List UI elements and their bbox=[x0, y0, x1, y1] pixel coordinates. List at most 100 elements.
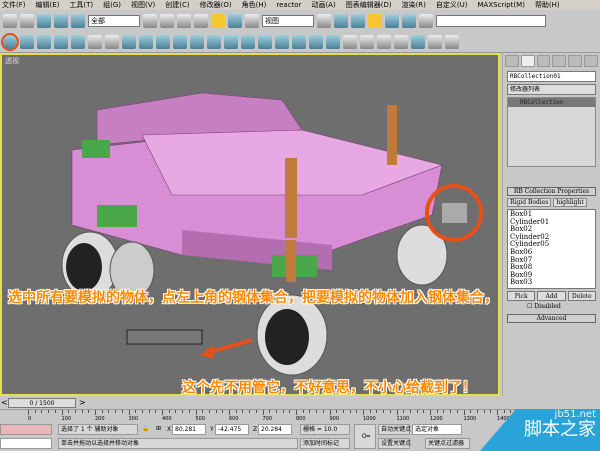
scale-icon[interactable] bbox=[245, 13, 259, 28]
set-key-button[interactable]: 设置关键点 bbox=[378, 438, 411, 449]
soft-body-collection-icon[interactable] bbox=[37, 34, 51, 49]
menu-reactor[interactable]: reactor bbox=[276, 0, 301, 10]
car-wheel-icon[interactable] bbox=[309, 34, 323, 49]
create-tab[interactable] bbox=[505, 55, 519, 67]
cloth-modifier-icon[interactable] bbox=[343, 34, 357, 49]
spinner-snap-icon[interactable] bbox=[402, 13, 416, 28]
menu-help[interactable]: 帮助(H) bbox=[535, 0, 560, 10]
lock-icon[interactable]: 🔒 bbox=[142, 425, 149, 432]
add-button[interactable]: Add bbox=[537, 291, 566, 301]
maxscript-input[interactable] bbox=[0, 438, 52, 449]
motion-tab[interactable] bbox=[552, 55, 567, 67]
toy-car-icon[interactable] bbox=[173, 34, 187, 49]
menu-customize[interactable]: 自定义(U) bbox=[436, 0, 468, 10]
menu-create[interactable]: 创建(C) bbox=[165, 0, 189, 10]
time-slider[interactable]: 0 / 1500 bbox=[8, 398, 76, 408]
named-selection-icon[interactable] bbox=[419, 13, 433, 28]
next-frame-icon[interactable]: > bbox=[79, 398, 86, 407]
create-animation-icon[interactable] bbox=[445, 34, 459, 49]
modify-tab[interactable] bbox=[520, 55, 535, 67]
menu-rendering[interactable]: 渲染(R) bbox=[402, 0, 426, 10]
link-icon[interactable] bbox=[37, 13, 51, 28]
ref-coord-dropdown[interactable]: 视图 bbox=[262, 14, 314, 27]
constraint-solver-icon[interactable] bbox=[224, 34, 238, 49]
rotate-icon[interactable] bbox=[228, 13, 242, 28]
rope-collection-icon[interactable] bbox=[54, 34, 68, 49]
rigid-body-collection-icon[interactable] bbox=[1, 32, 19, 51]
select-by-name-icon[interactable] bbox=[160, 13, 174, 28]
menu-views[interactable]: 视图(V) bbox=[131, 0, 155, 10]
key-filters-button[interactable]: 关键点过滤器 bbox=[425, 438, 470, 449]
add-time-tag-button[interactable]: 添加时间标记 bbox=[300, 438, 350, 449]
hierarchy-tab[interactable] bbox=[536, 55, 551, 67]
tab-rigid-bodies[interactable]: Rigid Bodies bbox=[507, 198, 552, 207]
prismatic-icon[interactable] bbox=[292, 34, 306, 49]
rect-select-icon[interactable] bbox=[177, 13, 191, 28]
prev-frame-icon[interactable]: < bbox=[1, 398, 8, 407]
plane-icon[interactable] bbox=[88, 34, 102, 49]
menu-modifiers[interactable]: 修改器(O) bbox=[200, 0, 232, 10]
motor-icon[interactable] bbox=[139, 34, 153, 49]
modifier-list-dropdown[interactable]: 修改器列表 bbox=[507, 84, 596, 95]
deforming-mesh-icon[interactable] bbox=[71, 34, 85, 49]
select-icon[interactable] bbox=[143, 13, 157, 28]
bind-space-warp-icon[interactable] bbox=[71, 13, 85, 28]
ragdoll-icon[interactable] bbox=[241, 34, 255, 49]
angle-snap-icon[interactable] bbox=[368, 13, 382, 28]
disabled-checkbox[interactable]: ☐ Disabled bbox=[527, 303, 576, 310]
redo-icon[interactable] bbox=[20, 13, 34, 28]
rigid-bodies-list[interactable]: Box01 Cylinder01 Box02 Cylinder02 Cylind… bbox=[507, 209, 596, 289]
fracture-icon[interactable] bbox=[190, 34, 204, 49]
menu-edit[interactable]: 编辑(E) bbox=[36, 0, 60, 10]
selection-filter-dropdown[interactable]: 全部 bbox=[88, 14, 140, 27]
property-editor-icon[interactable] bbox=[394, 34, 408, 49]
z-coordinate-field[interactable]: 20.284 bbox=[258, 424, 292, 435]
point-point-icon[interactable] bbox=[275, 34, 289, 49]
key-icon[interactable]: O━ bbox=[354, 424, 376, 449]
menu-file[interactable]: 文件(F) bbox=[2, 0, 26, 10]
dashpot-icon[interactable] bbox=[122, 34, 136, 49]
manipulate-icon[interactable] bbox=[334, 13, 348, 28]
point-path-icon[interactable] bbox=[326, 34, 340, 49]
analyze-world-icon[interactable] bbox=[411, 34, 425, 49]
unlink-icon[interactable] bbox=[54, 13, 68, 28]
display-tab[interactable] bbox=[568, 55, 583, 67]
preview-animation-icon[interactable] bbox=[428, 34, 442, 49]
object-name-field[interactable]: RBCollection01 bbox=[507, 71, 596, 82]
utilities-tab[interactable] bbox=[584, 55, 598, 67]
absolute-mode-icon[interactable]: ⊞ bbox=[156, 425, 161, 432]
menu-maxscript[interactable]: MAXScript(M) bbox=[478, 0, 525, 10]
window-crossing-icon[interactable] bbox=[194, 13, 208, 28]
hinge-icon[interactable] bbox=[258, 34, 272, 49]
x-coordinate-field[interactable]: 80.281 bbox=[172, 424, 206, 435]
pivot-icon[interactable] bbox=[317, 13, 331, 28]
key-selection-dropdown[interactable]: 选定对象 bbox=[412, 424, 462, 435]
list-item[interactable]: Box03 bbox=[510, 279, 593, 287]
menu-graph-editors[interactable]: 图表编辑器(D) bbox=[346, 0, 392, 10]
menu-animation[interactable]: 动画(A) bbox=[311, 0, 335, 10]
undo-icon[interactable] bbox=[3, 13, 17, 28]
water-icon[interactable] bbox=[207, 34, 221, 49]
move-icon[interactable] bbox=[211, 13, 225, 28]
maxscript-listener-mini[interactable] bbox=[0, 424, 52, 435]
rb-collection-rollout[interactable]: RB Collection Properties bbox=[507, 187, 596, 196]
wind-icon[interactable] bbox=[156, 34, 170, 49]
y-coordinate-field[interactable]: -42.475 bbox=[215, 424, 249, 435]
soft-body-modifier-icon[interactable] bbox=[360, 34, 374, 49]
cloth-collection-icon[interactable] bbox=[20, 34, 34, 49]
spring-icon[interactable] bbox=[105, 34, 119, 49]
perspective-viewport[interactable]: 透视 选中所有要模拟的物体，点左上角的钢体集合，把要模拟的物体加入钢体集合， 这… bbox=[0, 53, 500, 396]
menu-tools[interactable]: 工具(T) bbox=[69, 0, 93, 10]
pick-button[interactable]: Pick bbox=[507, 291, 536, 301]
auto-key-button[interactable]: 自动关键点 bbox=[378, 424, 411, 435]
menu-group[interactable]: 组(G) bbox=[103, 0, 121, 10]
modifier-stack[interactable]: RBCollection bbox=[507, 97, 596, 167]
advanced-rollout[interactable]: Advanced bbox=[507, 314, 596, 323]
percent-snap-icon[interactable] bbox=[385, 13, 399, 28]
rope-modifier-icon[interactable] bbox=[377, 34, 391, 49]
stack-item[interactable]: RBCollection bbox=[508, 98, 595, 107]
tab-highlight[interactable]: highlight bbox=[553, 198, 587, 207]
snap-icon[interactable] bbox=[351, 13, 365, 28]
delete-button[interactable]: Delete bbox=[567, 291, 596, 301]
menu-character[interactable]: 角色(H) bbox=[242, 0, 267, 10]
